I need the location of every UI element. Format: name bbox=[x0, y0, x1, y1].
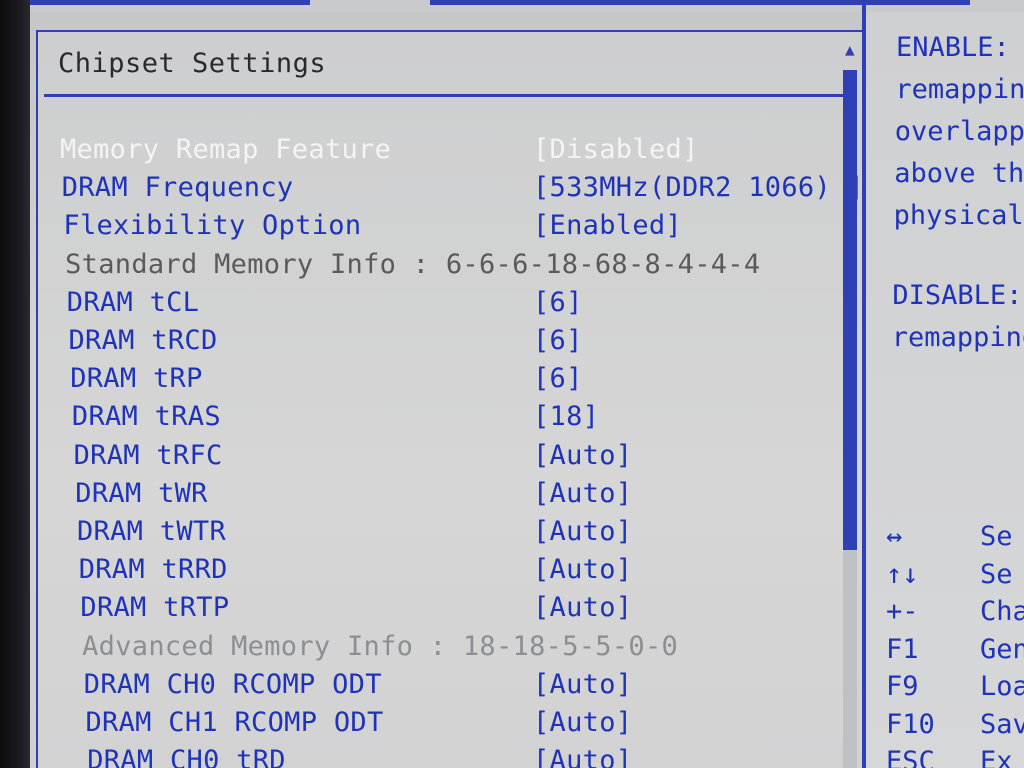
key-name: ESC bbox=[886, 746, 935, 768]
help-line: above th bbox=[894, 158, 1024, 189]
setting-label: Flexibility Option bbox=[63, 210, 362, 242]
setting-label: DRAM tRTP bbox=[80, 592, 230, 624]
key-description: Ex bbox=[980, 746, 1013, 768]
key-description: Sav bbox=[980, 708, 1024, 740]
scrollbar[interactable]: ▲ bbox=[842, 40, 860, 768]
setting-label: DRAM tRRD bbox=[78, 554, 228, 586]
setting-label: DRAM CH1 RCOMP ODT bbox=[85, 707, 384, 738]
setting-label: DRAM tRCD bbox=[68, 325, 218, 356]
setting-value[interactable]: [Auto] bbox=[533, 707, 632, 739]
scroll-thumb[interactable] bbox=[843, 70, 857, 550]
key-name: F1 bbox=[886, 633, 919, 665]
setting-label: DRAM Frequency bbox=[61, 172, 294, 204]
top-menu-strip bbox=[30, 0, 1024, 12]
setting-label: Memory Remap Feature bbox=[60, 134, 392, 165]
setting-label: DRAM CH0 tRD bbox=[87, 745, 286, 768]
setting-value[interactable]: [6] bbox=[533, 287, 583, 319]
key-description: Loa bbox=[980, 671, 1024, 702]
setting-value[interactable]: [Auto] bbox=[533, 669, 632, 701]
setting-label: DRAM tRFC bbox=[73, 439, 223, 471]
help-line: remapping bbox=[891, 322, 1024, 353]
setting-value[interactable]: [Auto] bbox=[533, 745, 632, 768]
setting-label: Standard Memory Info : 6-6-6-18-68-8-4-4… bbox=[65, 248, 761, 280]
setting-value[interactable]: [18] bbox=[533, 401, 599, 433]
key-name: F10 bbox=[886, 708, 935, 740]
key-description: Gen bbox=[980, 633, 1024, 665]
setting-value[interactable]: [533MHz(DDR2 1066) ] bbox=[533, 172, 864, 204]
setting-label: DRAM tRP bbox=[70, 363, 203, 395]
page-title: Chipset Settings bbox=[58, 48, 327, 79]
setting-value[interactable]: [Auto] bbox=[533, 592, 632, 624]
help-line: physical bbox=[893, 200, 1024, 231]
setting-label: DRAM CH0 RCOMP ODT bbox=[83, 668, 382, 700]
scroll-track[interactable] bbox=[843, 550, 857, 768]
setting-label: DRAM tWTR bbox=[77, 516, 226, 547]
help-line: overlapp bbox=[894, 116, 1024, 147]
help-line: ENABLE: bbox=[896, 32, 1010, 63]
setting-label: DRAM tRAS bbox=[71, 401, 221, 433]
help-line: DISABLE: bbox=[892, 280, 1023, 311]
setting-value[interactable]: [6] bbox=[533, 325, 583, 357]
key-name: ↑↓ bbox=[886, 558, 919, 590]
help-line: remappin bbox=[895, 74, 1024, 105]
key-description: Se bbox=[980, 558, 1013, 590]
setting-value[interactable]: [Auto] bbox=[533, 440, 632, 472]
top-tab-indicator bbox=[30, 0, 310, 5]
key-name: +- bbox=[886, 596, 919, 627]
triangle-up-icon[interactable]: ▲ bbox=[845, 40, 855, 59]
setting-label: Advanced Memory Info : 18-18-5-5-0-0 bbox=[82, 630, 679, 662]
setting-value[interactable]: [Disabled] bbox=[533, 134, 699, 166]
key-description: Cha bbox=[980, 596, 1024, 627]
setting-value[interactable]: [6] bbox=[533, 363, 583, 395]
setting-value[interactable]: [Auto] bbox=[533, 554, 632, 586]
top-tab-indicator bbox=[430, 0, 970, 5]
setting-value[interactable]: [Enabled] bbox=[533, 210, 682, 242]
key-name: F9 bbox=[886, 671, 919, 702]
setting-label: DRAM tWR bbox=[75, 477, 208, 509]
bios-screen: Chipset Settings Memory Remap Feature [Di… bbox=[0, 0, 1024, 768]
key-description: Se bbox=[980, 521, 1013, 552]
setting-value[interactable]: [Auto] bbox=[533, 478, 632, 510]
monitor-bezel bbox=[0, 0, 30, 768]
setting-value[interactable]: [Auto] bbox=[533, 516, 632, 548]
key-name: ↔ bbox=[886, 521, 903, 552]
header-divider bbox=[44, 94, 846, 97]
setting-label: DRAM tCL bbox=[66, 286, 200, 318]
